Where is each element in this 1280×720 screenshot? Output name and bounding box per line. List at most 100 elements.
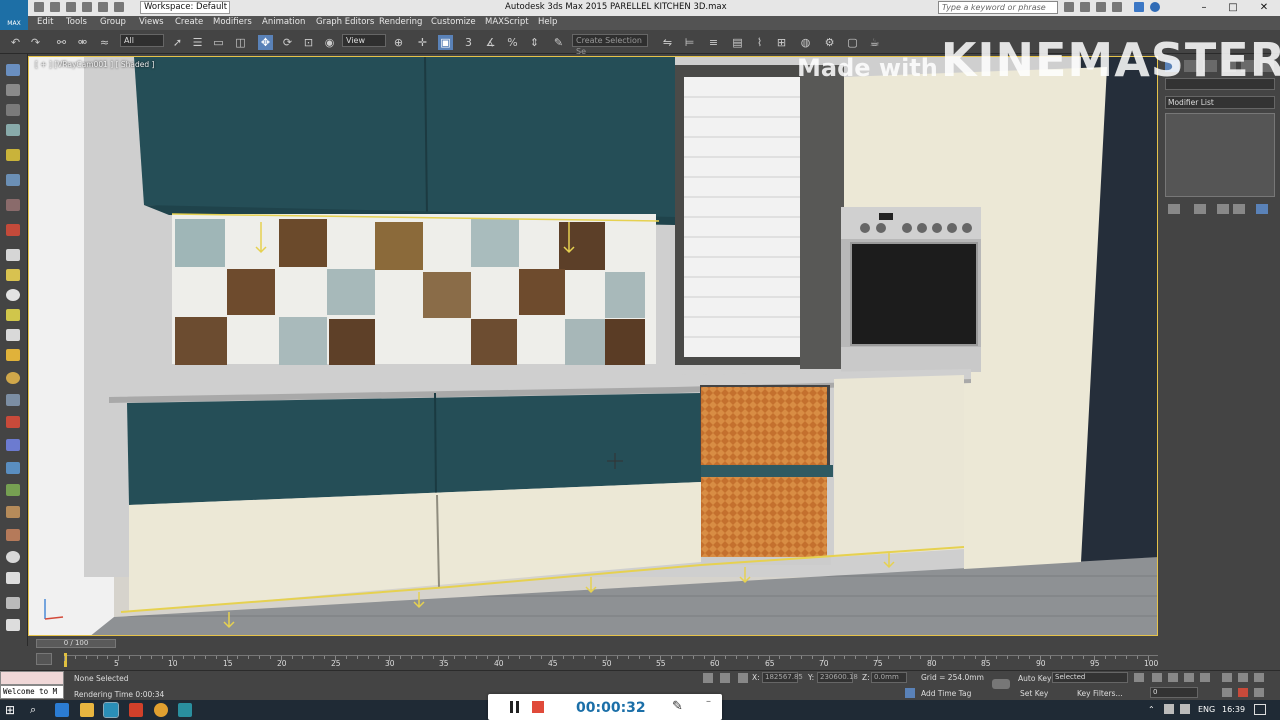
search-input[interactable]: Type a keyword or phrase — [938, 1, 1058, 14]
menu-modifiers[interactable]: Modifiers — [213, 17, 252, 27]
bind-space-warp-icon[interactable]: ≈ — [97, 35, 112, 50]
stop-icon[interactable] — [532, 701, 544, 713]
add-time-tag[interactable]: Add Time Tag — [921, 689, 971, 698]
remove-modifier-icon[interactable] — [1233, 204, 1245, 214]
select-manipulate-icon[interactable]: ✛ — [415, 35, 430, 50]
maximize-button[interactable]: □ — [1219, 1, 1247, 14]
edit-named-selection-icon[interactable]: ✎ — [551, 35, 566, 50]
open-file-icon[interactable] — [50, 2, 60, 12]
window-crossing-icon[interactable]: ◫ — [233, 35, 248, 50]
move-icon[interactable]: ✥ — [258, 35, 273, 50]
light-icon[interactable] — [6, 349, 20, 361]
search-icon[interactable]: ⌕ — [30, 703, 44, 717]
field-of-view-icon[interactable] — [1222, 688, 1232, 697]
nurbs-icon[interactable] — [6, 597, 20, 609]
play-icon[interactable] — [1168, 673, 1178, 682]
selection-filter-dropdown[interactable]: All — [120, 34, 164, 47]
pin-stack-icon[interactable] — [1168, 204, 1180, 214]
app-logo[interactable]: MAX — [0, 0, 28, 30]
schematic-view-icon[interactable]: ⊞ — [774, 35, 789, 50]
modifier-list-dropdown[interactable]: Modifier List — [1165, 96, 1275, 109]
key-icon[interactable] — [992, 679, 1010, 689]
configure-modifier-sets-icon[interactable] — [1256, 204, 1268, 214]
motion-panel-icon[interactable] — [6, 124, 20, 136]
minimize-button[interactable]: – — [1190, 1, 1218, 14]
sphere-icon[interactable] — [6, 269, 20, 281]
maxscript-listener[interactable]: Welcome to M — [0, 685, 64, 699]
make-unique-icon[interactable] — [1217, 204, 1229, 214]
layer-manager-icon[interactable]: ≡ — [706, 35, 721, 50]
pivot-center-icon[interactable]: ⊕ — [391, 35, 406, 50]
spinner-snap-icon[interactable]: ⇕ — [527, 35, 542, 50]
key-mode-dropdown[interactable]: Selected — [1052, 672, 1128, 683]
y-coordinate-field[interactable]: 230600.18 — [817, 672, 858, 683]
mini-curve-editor-icon[interactable] — [36, 653, 52, 665]
link-icon[interactable]: ⚯ — [54, 35, 69, 50]
redo-icon[interactable]: ↷ — [28, 35, 43, 50]
project-folder-icon[interactable] — [114, 2, 124, 12]
menu-group[interactable]: Group — [100, 17, 126, 27]
box-icon[interactable] — [6, 249, 20, 261]
previous-frame-icon[interactable] — [1152, 673, 1162, 682]
geometry-icon[interactable] — [6, 199, 20, 211]
language-indicator[interactable]: ENG — [1198, 705, 1215, 714]
select-place-icon[interactable]: ◉ — [322, 35, 337, 50]
isolate-selection-icon[interactable] — [703, 673, 713, 683]
chrome-icon[interactable] — [154, 703, 168, 717]
mirror-icon[interactable]: ⇋ — [660, 35, 675, 50]
doors-icon[interactable] — [6, 529, 20, 541]
help-icon[interactable] — [1150, 2, 1160, 12]
z-coordinate-field[interactable]: 0.0mm — [871, 672, 907, 683]
menu-customize[interactable]: Customize — [431, 17, 476, 27]
spacewarps-icon[interactable] — [6, 416, 20, 428]
maxscript-listener-top[interactable] — [0, 671, 64, 685]
tray-chevron-icon[interactable]: ⌃ — [1148, 705, 1155, 714]
torus-icon[interactable] — [6, 309, 20, 321]
utilities-panel-icon[interactable] — [6, 174, 20, 186]
menu-rendering[interactable]: Rendering — [379, 17, 422, 27]
menu-maxscript[interactable]: MAXScript — [485, 17, 529, 27]
cone-icon[interactable] — [6, 329, 20, 341]
redo-icon[interactable] — [98, 2, 108, 12]
binoculars-icon[interactable] — [1064, 2, 1074, 12]
graphite-ribbon-icon[interactable]: ▤ — [730, 35, 745, 50]
zoom-icon[interactable] — [1222, 673, 1232, 682]
close-button[interactable]: ✕ — [1250, 1, 1278, 14]
menu-help[interactable]: Help — [538, 17, 557, 27]
favorites-icon[interactable] — [1112, 2, 1122, 12]
cylinder-icon[interactable] — [6, 289, 20, 301]
menu-create[interactable]: Create — [175, 17, 203, 27]
orbit-icon[interactable] — [1254, 673, 1264, 682]
time-tag-icon[interactable] — [905, 688, 915, 698]
subscription-icon[interactable] — [1080, 2, 1090, 12]
undo-icon[interactable]: ↶ — [8, 35, 23, 50]
menu-views[interactable]: Views — [139, 17, 164, 27]
start-icon[interactable]: ⊞ — [5, 703, 19, 717]
select-by-name-icon[interactable]: ☰ — [190, 35, 205, 50]
3dsmax-task-icon[interactable] — [103, 702, 119, 718]
curve-editor-icon[interactable]: ⌇ — [752, 35, 767, 50]
patch-grids-icon[interactable] — [6, 572, 20, 584]
hierarchy-panel-icon[interactable] — [6, 104, 20, 116]
sign-in-icon[interactable] — [1134, 2, 1144, 12]
rotate-icon[interactable]: ⟳ — [280, 35, 295, 50]
time-slider[interactable]: 0 / 100 — [36, 639, 116, 648]
go-to-start-icon[interactable] — [1134, 673, 1144, 682]
volume-icon[interactable] — [1180, 704, 1190, 714]
current-frame-field[interactable]: 0 — [1150, 687, 1198, 698]
show-end-result-icon[interactable] — [1194, 204, 1206, 214]
selection-lock-icon[interactable] — [720, 673, 730, 683]
modify-panel-icon[interactable] — [6, 84, 20, 96]
notifications-icon[interactable] — [1254, 704, 1266, 715]
unlink-icon[interactable]: ⚮ — [75, 35, 90, 50]
zoom-all-icon[interactable] — [1238, 673, 1248, 682]
track-bar[interactable]: 5 10 15 20 25 30 35 40 45 50 55 60 65 70 75 80 85 90 95 100 — [64, 653, 1158, 669]
absolute-mode-icon[interactable] — [738, 673, 748, 683]
modifier-stack[interactable] — [1165, 113, 1275, 197]
workspace-dropdown[interactable]: Workspace: Default — [140, 1, 230, 14]
auto-key-button[interactable]: Auto Key — [1018, 674, 1051, 683]
menu-graph-editors[interactable]: Graph Editors — [316, 17, 374, 27]
systems-icon[interactable] — [6, 439, 20, 451]
foliage-icon[interactable] — [6, 484, 20, 496]
edge-browser-icon[interactable] — [55, 703, 69, 717]
